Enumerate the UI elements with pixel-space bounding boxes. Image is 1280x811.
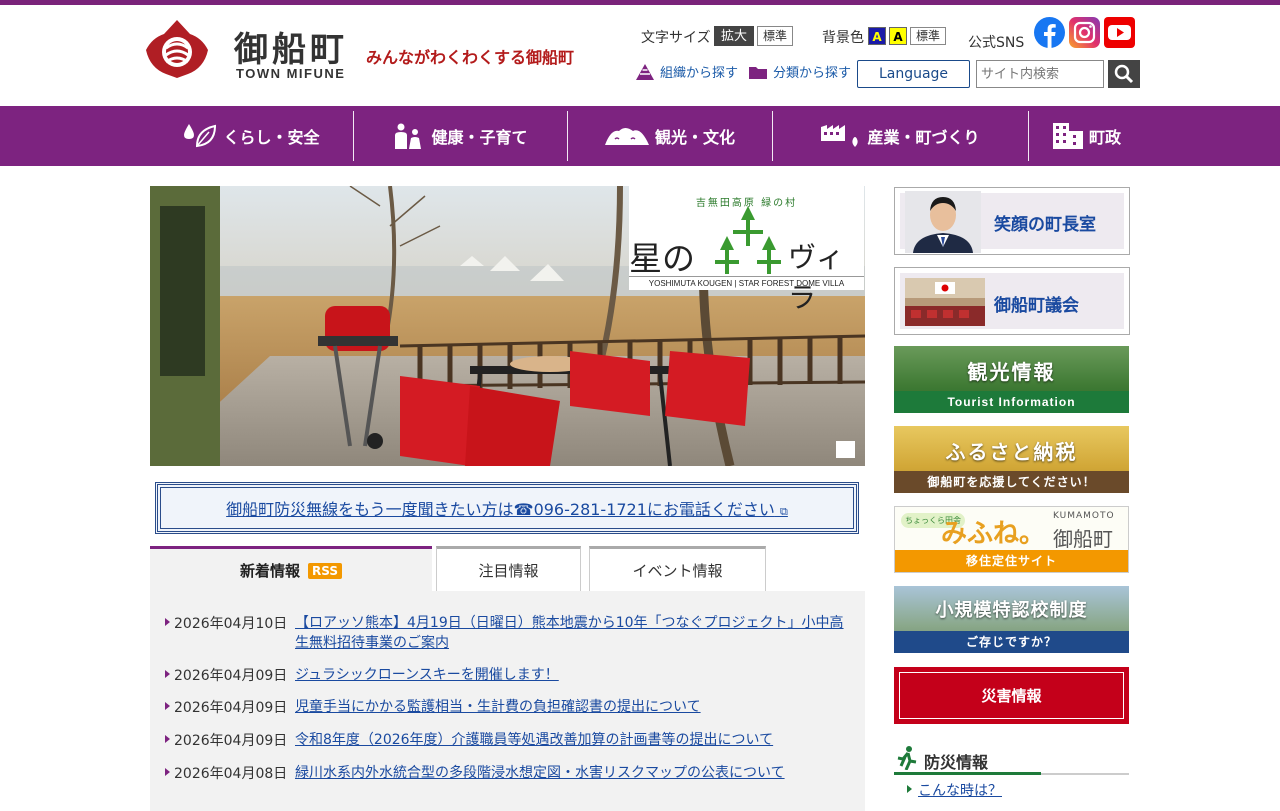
- font-size-label: 文字サイズ: [641, 30, 711, 46]
- bousai-underline: [894, 772, 1041, 775]
- rss-badge[interactable]: RSS: [308, 562, 342, 579]
- sns-label: 公式SNS: [968, 35, 1025, 51]
- instagram-icon[interactable]: [1069, 17, 1100, 48]
- news-date: 2026年04月09日: [164, 697, 287, 717]
- small-school-sub: ご存じですか？: [894, 631, 1129, 653]
- nav-kenko[interactable]: 健康・子育て: [354, 106, 567, 166]
- news-date: 2026年04月10日: [164, 613, 287, 633]
- tab-events[interactable]: イベント情報: [589, 546, 766, 592]
- font-enlarge-button[interactable]: 拡大: [714, 26, 755, 46]
- bg-blue-button[interactable]: A: [868, 27, 886, 45]
- furusato-tax-sub: 御船町を応援してください！: [894, 471, 1129, 493]
- news-tabs: 新着情報 RSS 注目情報 イベント情報: [150, 546, 865, 592]
- iju-site-banner[interactable]: ちょっくら田舎 みふね。 KUMAMOTO 御船町 移住定住サイト: [894, 506, 1129, 573]
- mountain-icon: [604, 128, 649, 145]
- org-pyramid-icon: [636, 63, 654, 80]
- mayor-photo: [905, 191, 981, 253]
- nav-chosei-label: 町政: [1089, 128, 1122, 147]
- furusato-tax-banner[interactable]: ふるさと納税 御船町を応援してください！: [894, 426, 1129, 493]
- facebook-icon[interactable]: [1034, 17, 1065, 48]
- news-link[interactable]: 児童手当にかかる監護相当・生計費の負担確認書の提出について: [295, 697, 851, 717]
- disaster-radio-notice: 御船町防災無線をもう一度聞きたい方は☎096-281-1721にお電話ください …: [155, 482, 859, 534]
- building-icon: [1053, 123, 1083, 149]
- news-list: 2026年04月10日 【ロアッソ熊本】4月19日（日曜日）熊本地震から10年「…: [150, 591, 865, 811]
- nav-kanko[interactable]: 観光・文化: [568, 106, 772, 166]
- news-link[interactable]: ジュラシックローンスキーを開催します！: [295, 665, 851, 685]
- tagline: みんながわくわくする御船町: [366, 48, 575, 67]
- hero-badge: 吉無田高原 緑の村 星の ヴィラ YOSHIMUTA KOUGEN | STAR…: [629, 186, 864, 314]
- youtube-icon[interactable]: [1104, 17, 1135, 48]
- logo-text-jp[interactable]: 御船町: [234, 22, 348, 71]
- logo-text-en[interactable]: TOWN MIFUNE: [236, 66, 345, 81]
- search-by-org-label: 組織から探す: [660, 66, 739, 81]
- konna-toki-link[interactable]: こんな時は？: [906, 780, 1002, 800]
- search-icon: [1114, 64, 1134, 84]
- news-link[interactable]: 【ロアッソ熊本】4月19日（日曜日）熊本地震から10年「つなぐプロジェクト」小中…: [295, 613, 851, 653]
- language-button[interactable]: Language: [857, 60, 970, 88]
- news-date: 2026年04月09日: [164, 730, 287, 750]
- global-nav: くらし・安全 健康・子育て 観光・文化 産業・町づくり 町政: [0, 106, 1280, 166]
- site-search-input[interactable]: [976, 60, 1104, 88]
- news-date: 2026年04月08日: [164, 763, 287, 783]
- folder-icon: [749, 66, 767, 79]
- notice-text: 御船町防災無線をもう一度聞きたい方は☎096-281-1721にお電話ください: [226, 500, 775, 519]
- hero-badge-title-a: 星の: [629, 239, 695, 278]
- nav-kanko-label: 観光・文化: [654, 128, 735, 147]
- news-link[interactable]: 令和8年度（2026年度）介護職員等処遇改善加算の計画書等の提出について: [295, 730, 851, 750]
- bg-standard-button[interactable]: 標準: [910, 27, 947, 45]
- news-date: 2026年04月09日: [164, 665, 287, 685]
- drop-leaf-icon: [184, 124, 217, 148]
- bousai-title: 防災情報: [924, 753, 989, 772]
- tourist-info-sub: Tourist Information: [894, 391, 1129, 413]
- tab-events-label: イベント情報: [632, 562, 723, 580]
- evacuation-runner-icon: [897, 746, 917, 770]
- search-button[interactable]: [1108, 60, 1140, 88]
- tab-new-info-label: 新着情報: [239, 562, 300, 580]
- search-by-category-label: 分類から探す: [773, 66, 852, 81]
- small-school-banner[interactable]: 小規模特認校制度 ご存じですか？: [894, 586, 1129, 653]
- nav-chosei[interactable]: 町政: [1029, 106, 1144, 166]
- tab-new-info[interactable]: 新着情報 RSS: [150, 546, 432, 592]
- town-emblem-icon[interactable]: [144, 18, 210, 80]
- disaster-info-label: 災害情報: [899, 672, 1124, 719]
- tab-featured[interactable]: 注目情報: [436, 546, 581, 592]
- hero-badge-sub: YOSHIMUTA KOUGEN | STAR FOREST DOME VILL…: [629, 276, 864, 288]
- bousai-heading: 防災情報: [894, 746, 1129, 775]
- nav-kurashi[interactable]: くらし・安全: [150, 106, 353, 166]
- font-standard-button[interactable]: 標準: [757, 26, 794, 46]
- family-icon: [395, 123, 422, 149]
- iju-town: 御船町: [1053, 527, 1113, 551]
- disaster-info-button[interactable]: 災害情報: [894, 667, 1129, 724]
- assembly-photo: [905, 278, 985, 326]
- news-link[interactable]: 緑川水系内外水統合型の多段階浸水想定図・水害リスクマップの公表について: [295, 763, 851, 783]
- external-link-icon: ⧉: [780, 505, 788, 518]
- iju-kumamoto: KUMAMOTO: [1053, 511, 1115, 521]
- tree-logo-icon: [715, 206, 781, 274]
- tourist-info-banner[interactable]: 観光情報 Tourist Information: [894, 346, 1129, 413]
- slider-indicator[interactable]: [836, 441, 855, 458]
- nav-sangyo[interactable]: 産業・町づくり: [773, 106, 1028, 166]
- factory-icon: [821, 125, 859, 147]
- small-school-title: 小規模特認校制度: [935, 600, 1088, 621]
- top-accent-bar: [0, 0, 1280, 5]
- iju-logo: みふね。: [941, 519, 1046, 549]
- assembly-label: 御船町議会: [994, 296, 1079, 316]
- mayor-office-label: 笑顔の町長室: [994, 215, 1096, 235]
- search-by-org-link[interactable]: 組織から探す: [636, 62, 738, 81]
- iju-site-sub: 移住定住サイト: [895, 550, 1128, 572]
- nav-kurashi-label: くらし・安全: [223, 128, 320, 147]
- assembly-banner[interactable]: 御船町議会: [894, 267, 1130, 335]
- disaster-radio-link[interactable]: 御船町防災無線をもう一度聞きたい方は☎096-281-1721にお電話ください …: [226, 496, 788, 520]
- bousai-underline-rest: [1041, 773, 1129, 775]
- nav-kenko-label: 健康・子育て: [431, 128, 528, 147]
- furusato-tax-title: ふるさと納税: [945, 440, 1078, 464]
- bg-color-label: 背景色: [822, 30, 864, 46]
- mayor-office-banner[interactable]: 笑顔の町長室: [894, 187, 1130, 255]
- nav-sangyo-label: 産業・町づくり: [867, 128, 980, 147]
- tourist-info-title: 観光情報: [967, 360, 1056, 384]
- bg-yellow-button[interactable]: A: [889, 27, 907, 45]
- search-by-category-link[interactable]: 分類から探す: [749, 62, 851, 81]
- tab-featured-label: 注目情報: [478, 562, 539, 580]
